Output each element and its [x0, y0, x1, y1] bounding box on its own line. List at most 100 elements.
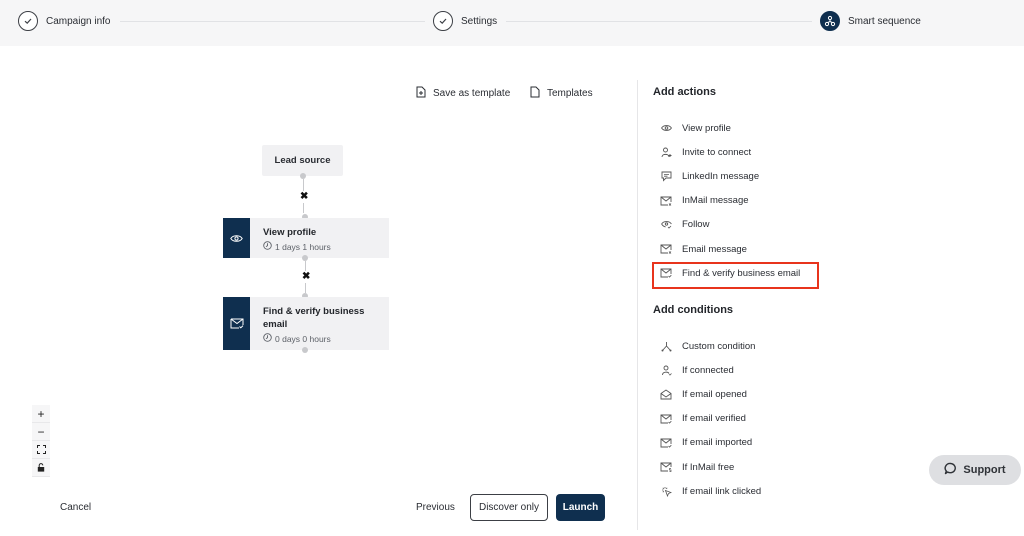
action-email-message[interactable]: Email message: [660, 237, 800, 261]
zoom-out-button[interactable]: −: [32, 423, 50, 441]
action-linkedin-message[interactable]: LinkedIn message: [660, 164, 800, 188]
condition-if-email-verified[interactable]: If email verified: [660, 407, 761, 431]
branch-icon: [660, 340, 672, 352]
highlight-box: [652, 262, 819, 289]
node-duration: 0 days 0 hours: [263, 333, 375, 344]
click-icon: [660, 485, 672, 497]
check-icon: [433, 11, 453, 31]
conditions-list: Custom condition If connected If email o…: [660, 334, 761, 503]
mail-check-icon: [660, 413, 672, 425]
chat-icon: [660, 170, 672, 182]
condition-if-inmail-free[interactable]: If InMail free: [660, 455, 761, 479]
canvas-controls: + −: [32, 405, 50, 477]
find-verify-email-node[interactable]: Find & verify business email 0 days 0 ho…: [223, 297, 389, 350]
user-icon: [660, 364, 672, 376]
follow-icon: [660, 219, 672, 231]
plus-icon: +: [37, 406, 45, 421]
launch-button[interactable]: Launch: [556, 494, 605, 521]
mail-icon: [660, 243, 672, 255]
action-follow[interactable]: Follow: [660, 213, 800, 237]
action-inmail-message[interactable]: InMail message: [660, 189, 800, 213]
connector-line: [305, 283, 306, 293]
action-invite-to-connect[interactable]: Invite to connect: [660, 140, 800, 164]
user-plus-icon: [660, 146, 672, 158]
connector-line: [305, 261, 306, 271]
add-actions-heading: Add actions: [653, 86, 716, 98]
cancel-button[interactable]: Cancel: [60, 502, 91, 513]
duration-text: 1 days 1 hours: [275, 241, 331, 252]
minus-icon: −: [37, 424, 45, 439]
condition-custom[interactable]: Custom condition: [660, 334, 761, 358]
mail-open-icon: [660, 388, 672, 400]
action-view-profile[interactable]: View profile: [660, 116, 800, 140]
add-conditions-heading: Add conditions: [653, 304, 734, 316]
condition-label: Custom condition: [682, 340, 756, 352]
progress-stepper: Campaign info Settings Smart sequence: [0, 0, 1024, 46]
panel-divider: [637, 80, 638, 530]
condition-if-email-link-clicked[interactable]: If email link clicked: [660, 479, 761, 503]
lock-icon: [37, 461, 45, 475]
lock-button[interactable]: [32, 459, 50, 477]
step-label: Campaign info: [46, 15, 111, 27]
connector-line: [303, 203, 304, 213]
clock-icon: [263, 333, 272, 344]
previous-button[interactable]: Previous: [416, 502, 455, 513]
connector-handle[interactable]: [302, 347, 308, 353]
condition-label: If email imported: [682, 437, 753, 449]
remove-connection-icon[interactable]: ✖: [300, 192, 308, 202]
save-as-template-button[interactable]: Save as template: [416, 86, 510, 101]
action-label: InMail message: [682, 195, 749, 207]
file-icon: [530, 86, 540, 101]
chat-bubble-icon: [944, 462, 957, 478]
condition-label: If InMail free: [682, 461, 735, 473]
support-button[interactable]: Support: [929, 455, 1021, 485]
file-plus-icon: [416, 86, 426, 101]
zoom-in-button[interactable]: +: [32, 405, 50, 423]
condition-label: If connected: [682, 364, 734, 376]
condition-if-connected[interactable]: If connected: [660, 358, 761, 382]
inmail-free-icon: [660, 461, 672, 473]
mail-import-icon: [660, 437, 672, 449]
node-title: View profile: [263, 227, 317, 238]
condition-if-email-opened[interactable]: If email opened: [660, 382, 761, 406]
action-label: Invite to connect: [682, 146, 752, 158]
clock-icon: [263, 241, 272, 252]
action-label: Follow: [682, 219, 710, 231]
step-connector: [120, 21, 425, 22]
fit-view-icon: [36, 443, 46, 457]
action-label: LinkedIn message: [682, 170, 760, 182]
step-label: Smart sequence: [848, 15, 921, 27]
inmail-icon: [660, 195, 672, 207]
templates-button[interactable]: Templates: [530, 86, 593, 101]
node-title: Find & verify business email: [263, 306, 365, 330]
templates-label: Templates: [547, 88, 593, 99]
action-label: Email message: [682, 243, 747, 255]
view-profile-node[interactable]: View profile 1 days 1 hours: [223, 218, 389, 258]
connector-line: [303, 179, 304, 191]
condition-if-email-imported[interactable]: If email imported: [660, 431, 761, 455]
sequence-icon: [820, 11, 840, 31]
discover-only-button[interactable]: Discover only: [470, 494, 548, 521]
step-smart-sequence[interactable]: Smart sequence: [820, 10, 921, 32]
step-settings[interactable]: Settings: [433, 10, 497, 32]
actions-list: View profile Invite to connect LinkedIn …: [660, 116, 800, 285]
condition-label: If email link clicked: [682, 485, 762, 497]
discover-only-label: Discover only: [478, 502, 540, 513]
eye-icon: [660, 122, 672, 134]
step-campaign-info[interactable]: Campaign info: [18, 10, 110, 32]
duration-text: 0 days 0 hours: [275, 333, 331, 344]
fit-view-button[interactable]: [32, 441, 50, 459]
check-icon: [18, 11, 38, 31]
node-duration: 1 days 1 hours: [263, 241, 331, 252]
support-label: Support: [963, 464, 1006, 476]
action-label: View profile: [682, 122, 731, 134]
step-label: Settings: [461, 15, 498, 27]
remove-connection-icon[interactable]: ✖: [302, 272, 310, 282]
condition-label: If email opened: [682, 388, 747, 400]
lead-source-node[interactable]: Lead source: [262, 145, 343, 176]
lead-source-label: Lead source: [274, 155, 331, 166]
step-connector: [506, 21, 812, 22]
eye-icon: [223, 218, 250, 258]
save-as-template-label: Save as template: [433, 88, 511, 99]
launch-label: Launch: [562, 502, 599, 513]
